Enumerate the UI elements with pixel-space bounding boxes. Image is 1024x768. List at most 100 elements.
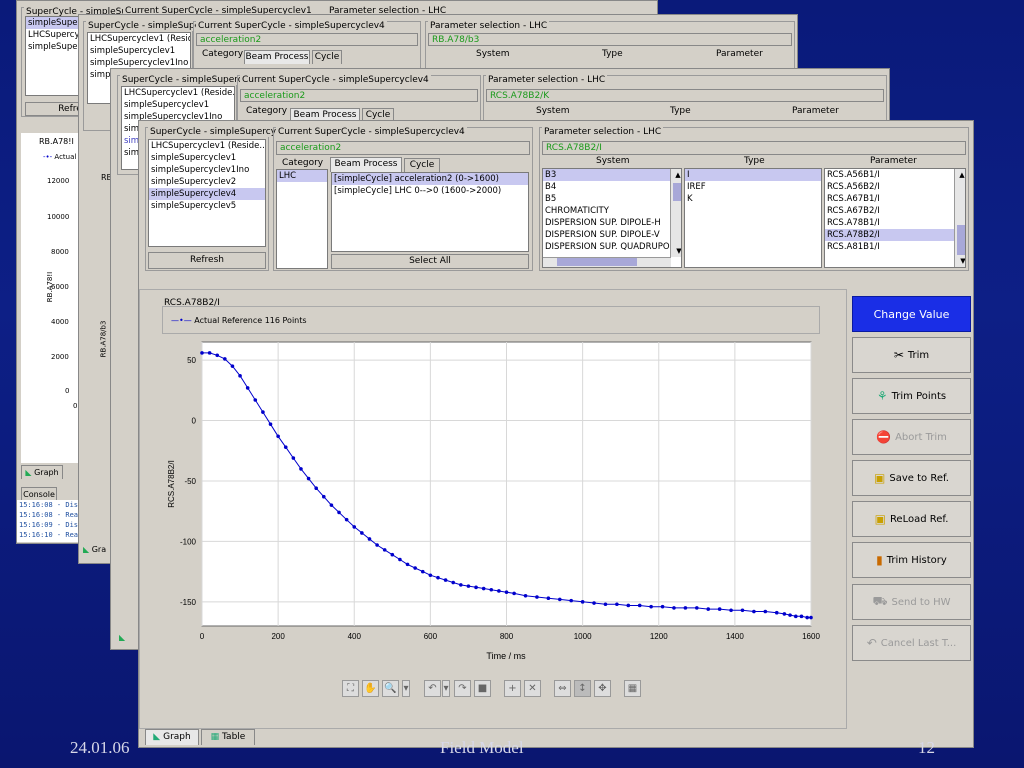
data-point[interactable] [382, 548, 387, 552]
data-point[interactable] [489, 587, 494, 592]
tab-graph[interactable]: ◣ Graph [145, 729, 199, 745]
tab-table[interactable]: ▦ Table [201, 729, 255, 745]
data-point[interactable] [706, 607, 711, 611]
parameter-item[interactable]: RCS.A78B1/I [825, 217, 965, 229]
select-all-button[interactable]: Select All [331, 254, 529, 269]
data-point[interactable] [788, 613, 792, 617]
data-point[interactable] [436, 575, 440, 580]
zoom-icon[interactable]: 🔍 [382, 680, 399, 697]
data-point[interactable] [215, 353, 220, 358]
data-point[interactable] [774, 610, 779, 615]
data-point[interactable] [592, 601, 596, 605]
data-point[interactable] [207, 351, 212, 355]
w1-console-tab[interactable]: Console [21, 487, 57, 500]
data-point[interactable] [569, 598, 574, 603]
data-point[interactable] [459, 583, 463, 587]
data-point[interactable] [504, 590, 509, 594]
w2-tab-beam-process[interactable]: Beam Process [244, 50, 310, 64]
reload-ref-button[interactable]: ▣ ReLoad Ref. [852, 501, 971, 537]
data-point[interactable] [603, 602, 608, 607]
pan-hand-icon[interactable]: ✋ [362, 680, 379, 697]
system-item[interactable]: DISPERSION SUP. QUADRUPO [543, 241, 681, 253]
supercycle-list[interactable]: LHCSupercyclev1 (Reside... simpleSupercy… [148, 139, 266, 247]
abort-trim-button[interactable]: ⛔ Abort Trim [852, 419, 971, 455]
parameter-item-selected[interactable]: RCS.A78B2/I [825, 229, 965, 241]
supercycle-item[interactable]: simpleSupercyclev1 [149, 152, 265, 164]
data-point[interactable] [344, 517, 349, 522]
list-item[interactable]: LHCSupercyclev1 (Reside... [122, 87, 234, 99]
system-item[interactable]: B4 [543, 181, 681, 193]
redo-icon[interactable]: ↷ [454, 680, 471, 697]
data-point[interactable] [200, 351, 204, 355]
data-point[interactable] [763, 609, 768, 614]
beam-process-item[interactable]: [simpleCycle] LHC 0-->0 (1600->2000) [332, 185, 528, 197]
data-point[interactable] [238, 374, 242, 378]
scroll-up-icon[interactable]: ▲ [957, 169, 965, 181]
system-item[interactable]: CHROMATICITY [543, 205, 681, 217]
data-point[interactable] [546, 596, 551, 601]
data-point[interactable] [695, 606, 699, 610]
cancel-last-trim-button[interactable]: ↶ Cancel Last T... [852, 625, 971, 661]
data-point[interactable] [649, 604, 653, 609]
supercycle-item[interactable]: LHCSupercyclev1 (Reside... [149, 140, 265, 152]
type-item[interactable]: K [685, 193, 821, 205]
data-point[interactable] [223, 357, 227, 361]
parameter-item[interactable]: RCS.A81B1/I [825, 241, 965, 253]
chart-svg[interactable]: 0 200 400 600 800 1000 1200 1400 1600 50 0 -50 -100 -… [140, 330, 848, 730]
data-point[interactable] [809, 615, 813, 620]
type-item[interactable]: IREF [685, 181, 821, 193]
data-point[interactable] [306, 476, 311, 481]
parameter-scrollbar[interactable]: ▲ ▼ [954, 169, 965, 267]
data-point[interactable] [428, 573, 433, 578]
data-point[interactable] [672, 606, 676, 610]
data-point[interactable] [782, 612, 787, 616]
data-point[interactable] [497, 589, 501, 593]
data-point[interactable] [413, 566, 417, 570]
data-point[interactable] [337, 510, 341, 515]
type-list[interactable]: I IREF K [684, 168, 822, 268]
data-point[interactable] [253, 398, 258, 402]
parameter-item[interactable]: RCS.A67B1/I [825, 193, 965, 205]
data-point[interactable] [805, 615, 809, 620]
data-point[interactable] [466, 584, 471, 588]
data-point[interactable] [512, 591, 516, 596]
data-point[interactable] [626, 603, 631, 608]
w2-tab-cycle[interactable]: Cycle [312, 50, 342, 64]
send-to-hw-button[interactable]: ⛟ Send to HW [852, 584, 971, 620]
data-point[interactable] [245, 386, 250, 390]
data-point[interactable] [291, 456, 296, 460]
undo-icon[interactable]: ↶ [424, 680, 441, 697]
category-item-lhc[interactable]: LHC [277, 170, 327, 182]
data-point[interactable] [367, 537, 372, 541]
data-point[interactable] [329, 503, 334, 507]
vertical-move-icon[interactable]: ↕ [574, 680, 591, 697]
zoom-fit-icon[interactable]: ⛶ [342, 680, 359, 697]
trim-history-button[interactable]: ▮ Trim History [852, 542, 971, 578]
data-point[interactable] [740, 608, 745, 613]
data-point[interactable] [420, 569, 425, 574]
data-point[interactable] [360, 531, 364, 535]
data-point[interactable] [314, 486, 318, 491]
scroll-up-icon[interactable]: ▲ [673, 169, 681, 181]
data-point[interactable] [261, 410, 265, 414]
data-point[interactable] [637, 603, 642, 608]
data-point[interactable] [615, 602, 619, 607]
trim-points-button[interactable]: ⚘ Trim Points [852, 378, 971, 414]
supercycle-item[interactable]: simpleSupercyclev1Ino [149, 164, 265, 176]
system-item[interactable]: DISPERSION SUP. DIPOLE-V [543, 229, 681, 241]
data-point[interactable] [729, 608, 733, 613]
list-item[interactable]: simpleSupercyclev1 [88, 45, 190, 57]
scroll-down-icon[interactable]: ▼ [673, 245, 681, 257]
supercycle-item[interactable]: simpleSupercyclev2 [149, 176, 265, 188]
data-point[interactable] [717, 607, 722, 611]
supercycle-item[interactable]: simpleSupercyclev5 [149, 200, 265, 212]
data-point[interactable] [660, 604, 665, 609]
supercycle-item-selected[interactable]: simpleSupercyclev4 [149, 188, 265, 200]
reset-icon[interactable]: ■ [474, 680, 491, 697]
data-point[interactable] [752, 609, 756, 614]
w2-graph-tab[interactable]: ◣ Gra [83, 545, 106, 554]
data-point[interactable] [390, 552, 395, 557]
tab-cycle[interactable]: Cycle [404, 158, 440, 172]
scroll-thumb[interactable] [957, 225, 965, 255]
data-point[interactable] [405, 562, 410, 567]
